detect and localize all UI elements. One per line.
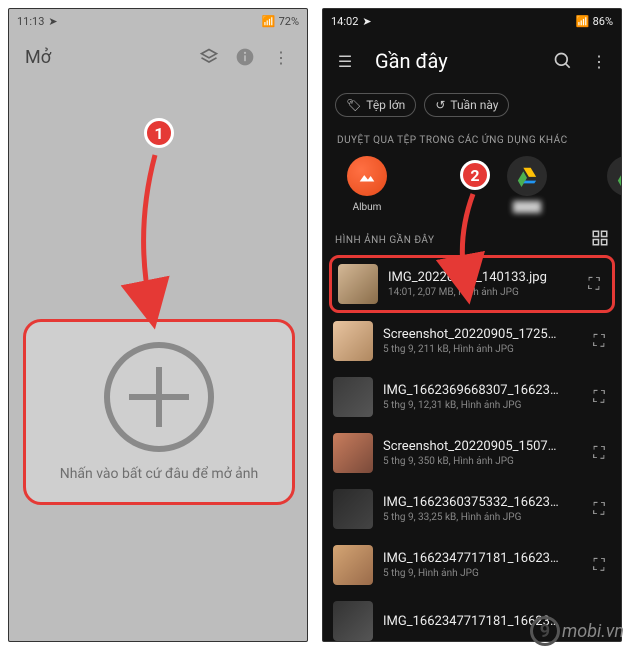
file-name: Screenshot_20220905_1507… — [383, 439, 577, 454]
file-row[interactable]: IMG_1662347717181_16623… 5 thg 9, Hình ả… — [323, 537, 621, 593]
file-row[interactable]: Screenshot_20220905_1507… 5 thg 9, 350 k… — [323, 425, 621, 481]
file-meta: 5 thg 9, 12,31 kB, Hình ảnh JPG — [383, 400, 577, 411]
status-time: 14:02 — [331, 15, 358, 28]
app-album[interactable]: Album — [331, 156, 403, 213]
menu-icon[interactable]: ☰ — [327, 43, 363, 79]
drive-icon — [507, 156, 547, 196]
file-row[interactable]: IMG_1662369668307_16623… 5 thg 9, 12,31 … — [323, 369, 621, 425]
layers-icon[interactable] — [191, 39, 227, 75]
annotation-badge-1: 1 — [144, 118, 174, 148]
drive-icon — [607, 156, 621, 196]
page-title: Gần đây — [375, 49, 545, 73]
file-name: IMG_1662369668307_16623… — [383, 383, 577, 398]
file-thumbnail — [338, 264, 378, 304]
annotation-arrow-2 — [445, 192, 495, 296]
tag-icon: 🏷 — [346, 98, 361, 112]
history-icon: ↺ — [435, 98, 445, 112]
expand-icon[interactable]: ⛶ — [587, 555, 611, 575]
file-meta: 5 thg 9, 211 kB, Hình ảnh JPG — [383, 344, 577, 355]
left-screenshot: 11:13 ➤ 📶 72% Mở ⋮ Nhấn vào bất cứ đâu đ… — [8, 8, 308, 642]
app-drive[interactable]: ████ — [491, 156, 563, 213]
recent-images-label: HÌNH ẢNH GẦN ĐÂY — [335, 235, 435, 246]
plus-icon — [104, 342, 214, 452]
app-drive[interactable] — [591, 156, 621, 213]
filter-chips: 🏷 Tệp lớn ↺ Tuần này — [323, 89, 621, 127]
expand-icon[interactable]: ⛶ — [587, 443, 611, 463]
app-title: Mở — [25, 47, 191, 68]
grid-view-icon[interactable] — [591, 229, 609, 251]
file-name: IMG_1662360375332_16623… — [383, 495, 577, 510]
send-icon: ➤ — [48, 15, 57, 28]
file-thumbnail — [333, 433, 373, 473]
chip-this-week[interactable]: ↺ Tuần này — [424, 93, 509, 117]
signal-icon: 📶 — [576, 15, 590, 28]
more-icon[interactable]: ⋮ — [581, 43, 617, 79]
file-thumbnail — [333, 545, 373, 585]
file-thumbnail — [333, 377, 373, 417]
file-row[interactable]: IMG_1662360375332_16623… 5 thg 9, 33,25 … — [323, 481, 621, 537]
browse-apps-label: DUYỆT QUA TỆP TRONG CÁC ỨNG DỤNG KHÁC — [323, 127, 621, 152]
expand-icon[interactable]: ⛶ — [587, 387, 611, 407]
file-thumbnail — [333, 321, 373, 361]
file-meta: 5 thg 9, 33,25 kB, Hình ảnh JPG — [383, 512, 577, 523]
right-screenshot: 14:02 ➤ 📶 86% ☰ Gần đây ⋮ 🏷 Tệp lớn ↺ Tu… — [322, 8, 622, 642]
status-bar: 11:13 ➤ 📶 72% — [9, 9, 307, 33]
open-hint-text: Nhấn vào bất cứ đâu để mở ảnh — [60, 466, 259, 482]
toolbar: ☰ Gần đây ⋮ — [323, 33, 621, 89]
file-thumbnail — [333, 489, 373, 529]
file-row[interactable]: Screenshot_20220905_1725… 5 thg 9, 211 k… — [323, 313, 621, 369]
file-meta: 5 thg 9, Hình ảnh JPG — [383, 568, 577, 579]
expand-icon[interactable]: ⛶ — [587, 331, 611, 351]
status-time: 11:13 — [17, 15, 44, 28]
battery-text: 86% — [593, 15, 613, 28]
chip-large-files[interactable]: 🏷 Tệp lớn — [335, 93, 416, 117]
search-icon[interactable] — [545, 43, 581, 79]
album-icon — [347, 156, 387, 196]
more-icon[interactable]: ⋮ — [263, 39, 299, 75]
signal-icon: 📶 — [262, 15, 276, 28]
expand-icon[interactable]: ⛶ — [587, 499, 611, 519]
battery-text: 72% — [279, 15, 299, 28]
file-thumbnail — [333, 601, 373, 641]
file-meta: 5 thg 9, 350 kB, Hình ảnh JPG — [383, 456, 577, 467]
toolbar: Mở ⋮ — [9, 33, 307, 81]
file-name: Screenshot_20220905_1725… — [383, 327, 577, 342]
expand-icon[interactable]: ⛶ — [582, 274, 606, 294]
watermark: 9 mobi.vn — [530, 616, 624, 646]
info-icon[interactable] — [227, 39, 263, 75]
annotation-arrow-1 — [120, 150, 180, 324]
status-bar: 14:02 ➤ 📶 86% — [323, 9, 621, 33]
send-icon: ➤ — [362, 15, 371, 28]
file-name: IMG_1662347717181_16623… — [383, 551, 577, 566]
open-image-button[interactable]: Nhấn vào bất cứ đâu để mở ảnh — [23, 319, 295, 505]
annotation-badge-2: 2 — [460, 160, 490, 190]
